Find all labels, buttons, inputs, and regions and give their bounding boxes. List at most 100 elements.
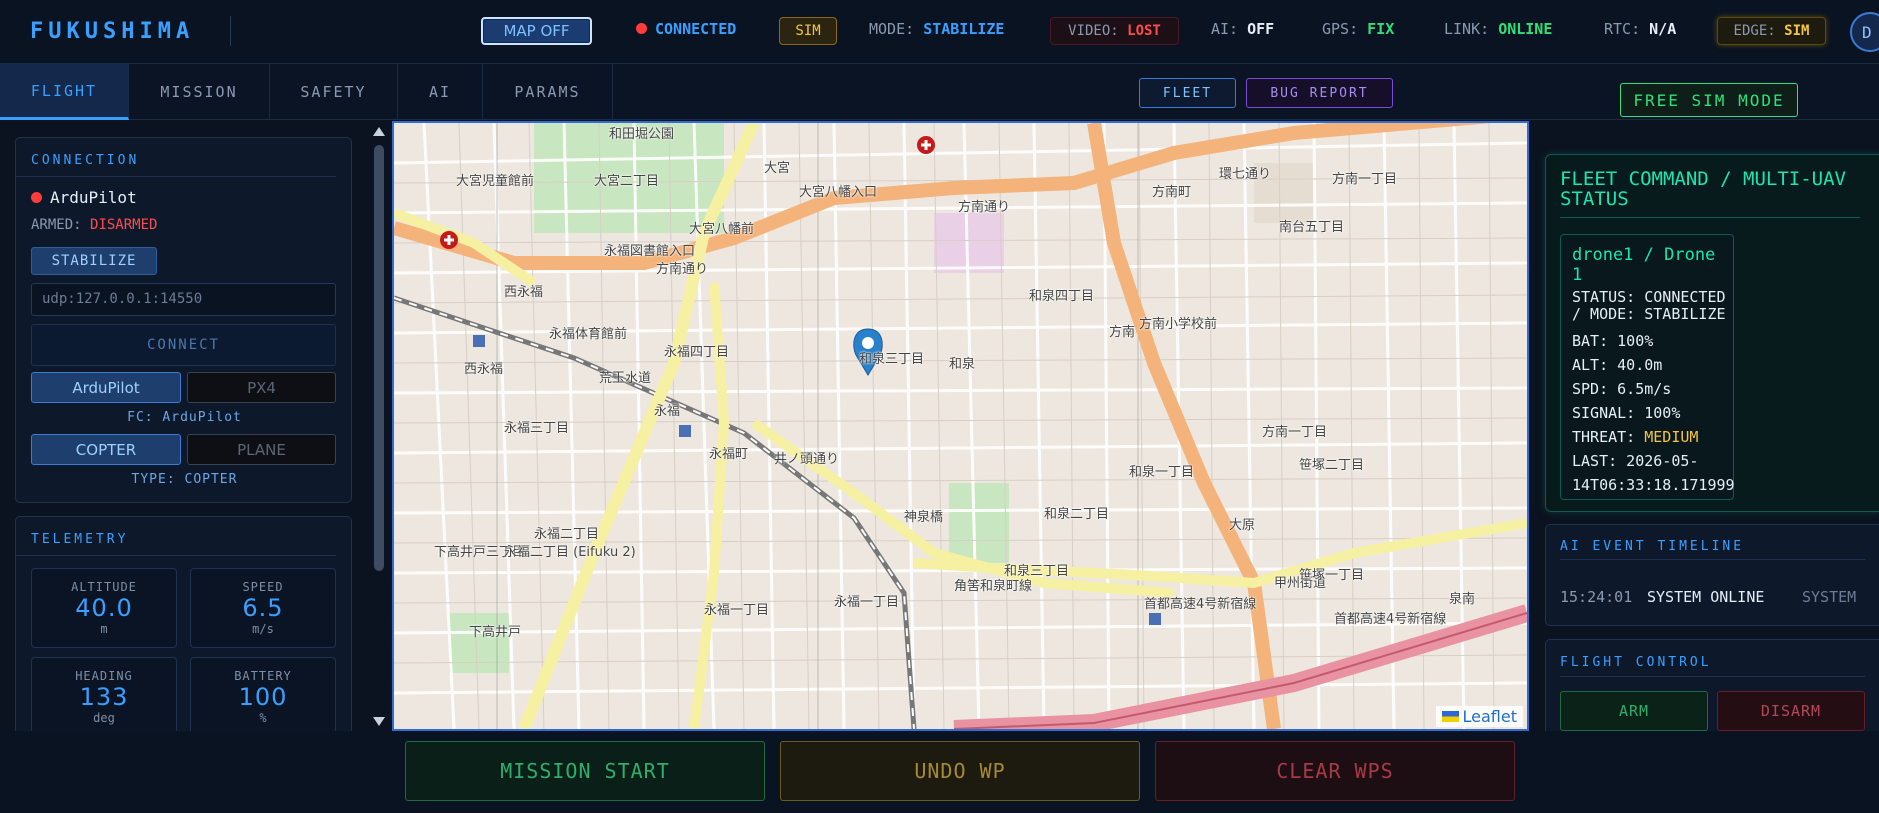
scroll-up-icon[interactable]	[373, 127, 385, 136]
map-place-label: 西永福	[504, 285, 544, 300]
threat-value: MEDIUM	[1644, 428, 1699, 446]
park-area	[949, 483, 1009, 563]
map-place-label: 環七通り	[1219, 167, 1272, 182]
scroll-down-icon[interactable]	[373, 717, 385, 726]
speed-label: SPEED	[242, 580, 284, 594]
fc-ardupilot-button[interactable]: ArduPilot	[31, 372, 181, 403]
tab-flight[interactable]: FLIGHT	[0, 64, 129, 120]
drone-speed: SPD: 6.5m/s	[1572, 380, 1672, 398]
type-plane-button[interactable]: PLANE	[187, 434, 336, 465]
map-place-label: 和泉四丁目	[1029, 289, 1095, 304]
ai-value: OFF	[1247, 20, 1275, 38]
top-status-bar: FUKUSHIMA MAP OFF CONNECTED SIM MODE: ST…	[0, 0, 1879, 64]
map-place-label: 首都高速4号新宿線	[1334, 612, 1447, 627]
disarm-button[interactable]: DISARM	[1717, 691, 1865, 731]
connection-address-input[interactable]: udp:127.0.0.1:14550	[31, 283, 336, 316]
map-place-label: 首都高速4号新宿線	[1144, 597, 1257, 612]
ai-label: AI:	[1211, 20, 1239, 38]
timeline-source: SYSTEM	[1802, 588, 1857, 606]
telemetry-altitude: ALTITUDE 40.0 m	[31, 568, 177, 648]
clear-waypoints-button[interactable]: CLEAR WPS	[1155, 741, 1515, 801]
drone-status-line2: / MODE: STABILIZE	[1572, 305, 1726, 323]
map-place-label: 笹塚二丁目	[1299, 458, 1365, 473]
edge-status: EDGE: SIM	[1717, 17, 1826, 45]
timeline-time: 15:24:01	[1560, 588, 1633, 606]
mission-start-button[interactable]: MISSION START	[405, 741, 765, 801]
connection-card: CONNECTION ArduPilot ARMED: DISARMED STA…	[15, 137, 352, 503]
user-avatar[interactable]: D	[1850, 12, 1879, 52]
timeline-event: SYSTEM ONLINE	[1647, 588, 1765, 606]
map-place-label: 南台五丁目	[1279, 220, 1345, 235]
telemetry-title: TELEMETRY	[16, 517, 336, 556]
map-place-label: 大宮	[764, 161, 791, 176]
autopilot-name: ArduPilot	[50, 188, 137, 207]
map-place-label: 永福一丁目	[834, 595, 900, 610]
map-view[interactable]: 和田堀公園 大宮児童館前 大宮二丁目 大宮 大宮八幡入口 方南通り 方南一丁目 方南町 方南通り…	[392, 121, 1529, 731]
timeline-divider	[1560, 559, 1865, 560]
undo-waypoint-button[interactable]: UNDO WP	[780, 741, 1140, 801]
map-place-label: 大宮八幡前	[689, 222, 755, 237]
scrollbar-thumb[interactable]	[374, 145, 384, 571]
map-place-label: 方南通り	[958, 200, 1011, 215]
left-panel-scrollbar[interactable]	[370, 121, 388, 731]
flight-control-title: FLIGHT CONTROL	[1560, 655, 1712, 670]
map-toggle-button[interactable]: MAP OFF	[481, 17, 592, 45]
drone-altitude: ALT: 40.0m	[1572, 356, 1663, 374]
hospital-icon	[917, 136, 935, 154]
speed-value: 6.5	[242, 594, 284, 622]
map-place-label: 永福町	[709, 447, 749, 462]
stabilize-mode-button[interactable]: STABILIZE	[31, 247, 157, 275]
type-copter-button[interactable]: COPTER	[31, 434, 181, 465]
connection-status: CONNECTED	[636, 20, 736, 38]
free-sim-mode-button[interactable]: FREE SIM MODE	[1620, 83, 1798, 117]
edge-label: EDGE:	[1733, 23, 1776, 39]
flight-control-card: FLIGHT CONTROL ARM DISARM	[1545, 639, 1879, 731]
tab-mission[interactable]: MISSION	[129, 64, 270, 120]
map-place-label: 方南	[1109, 325, 1136, 340]
fleet-button[interactable]: FLEET	[1139, 78, 1236, 108]
autopilot-dot-icon	[31, 192, 42, 203]
altitude-label: ALTITUDE	[71, 580, 137, 594]
tab-params[interactable]: PARAMS	[483, 64, 613, 120]
map-place-label: 永福図書館入口	[604, 244, 696, 259]
battery-label: BATTERY	[234, 669, 292, 683]
map-place-label: 永福三丁目	[504, 421, 570, 436]
map-place-label: 方南町	[1152, 185, 1192, 200]
map-place-label: 大宮八幡入口	[799, 185, 878, 200]
map-place-label: 永福一丁目	[704, 603, 770, 618]
app-root: FUKUSHIMA MAP OFF CONNECTED SIM MODE: ST…	[0, 0, 1879, 813]
drone-last-update-2: 14T06:33:18.171999	[1572, 476, 1735, 494]
tab-safety[interactable]: SAFETY	[270, 64, 398, 120]
map-place-label: 大宮二丁目	[594, 174, 660, 189]
heading-label: HEADING	[75, 669, 133, 683]
station-icon	[473, 335, 485, 347]
armed-value: DISARMED	[90, 217, 158, 233]
map-place-label: 和泉	[949, 357, 976, 372]
arm-button[interactable]: ARM	[1560, 691, 1708, 731]
map-place-label: 角筈和泉町線	[954, 579, 1033, 594]
bug-report-button[interactable]: BUG REPORT	[1246, 78, 1393, 108]
edge-value: SIM	[1784, 23, 1810, 39]
sim-badge: SIM	[779, 17, 837, 45]
fc-px4-button[interactable]: PX4	[187, 372, 336, 403]
tab-bar: FLIGHT MISSION SAFETY AI PARAMS FLEET BU…	[0, 64, 1879, 120]
video-label: VIDEO:	[1068, 23, 1119, 39]
heading-unit: deg	[93, 711, 115, 725]
heading-value: 133	[79, 683, 129, 711]
map-place-label: 和泉一丁目	[1129, 465, 1195, 480]
cemetery-area	[934, 213, 1004, 273]
map-attribution[interactable]: Leaflet	[1435, 706, 1523, 727]
attribution-link[interactable]: Leaflet	[1463, 707, 1517, 726]
map-place-label: 永福体育館前	[549, 327, 628, 342]
drone-status-card[interactable]: drone1 / Drone 1 STATUS: CONNECTED / MOD…	[1560, 234, 1735, 500]
mode-status: MODE: STABILIZE	[869, 20, 1004, 38]
map-place-label: 和田堀公園	[609, 127, 675, 142]
tab-ai[interactable]: AI	[398, 64, 483, 120]
fleet-title: FLEET COMMAND / MULTI-UAV STATUS	[1560, 169, 1860, 218]
telemetry-speed: SPEED 6.5 m/s	[190, 568, 336, 648]
map-place-label: 笹塚一丁目	[1299, 568, 1365, 583]
map-place-label: 泉南	[1449, 592, 1476, 607]
connect-button[interactable]: CONNECT	[31, 324, 336, 366]
fc-status: FC: ArduPilot	[127, 410, 242, 425]
map-place-label: 永福	[654, 404, 681, 419]
